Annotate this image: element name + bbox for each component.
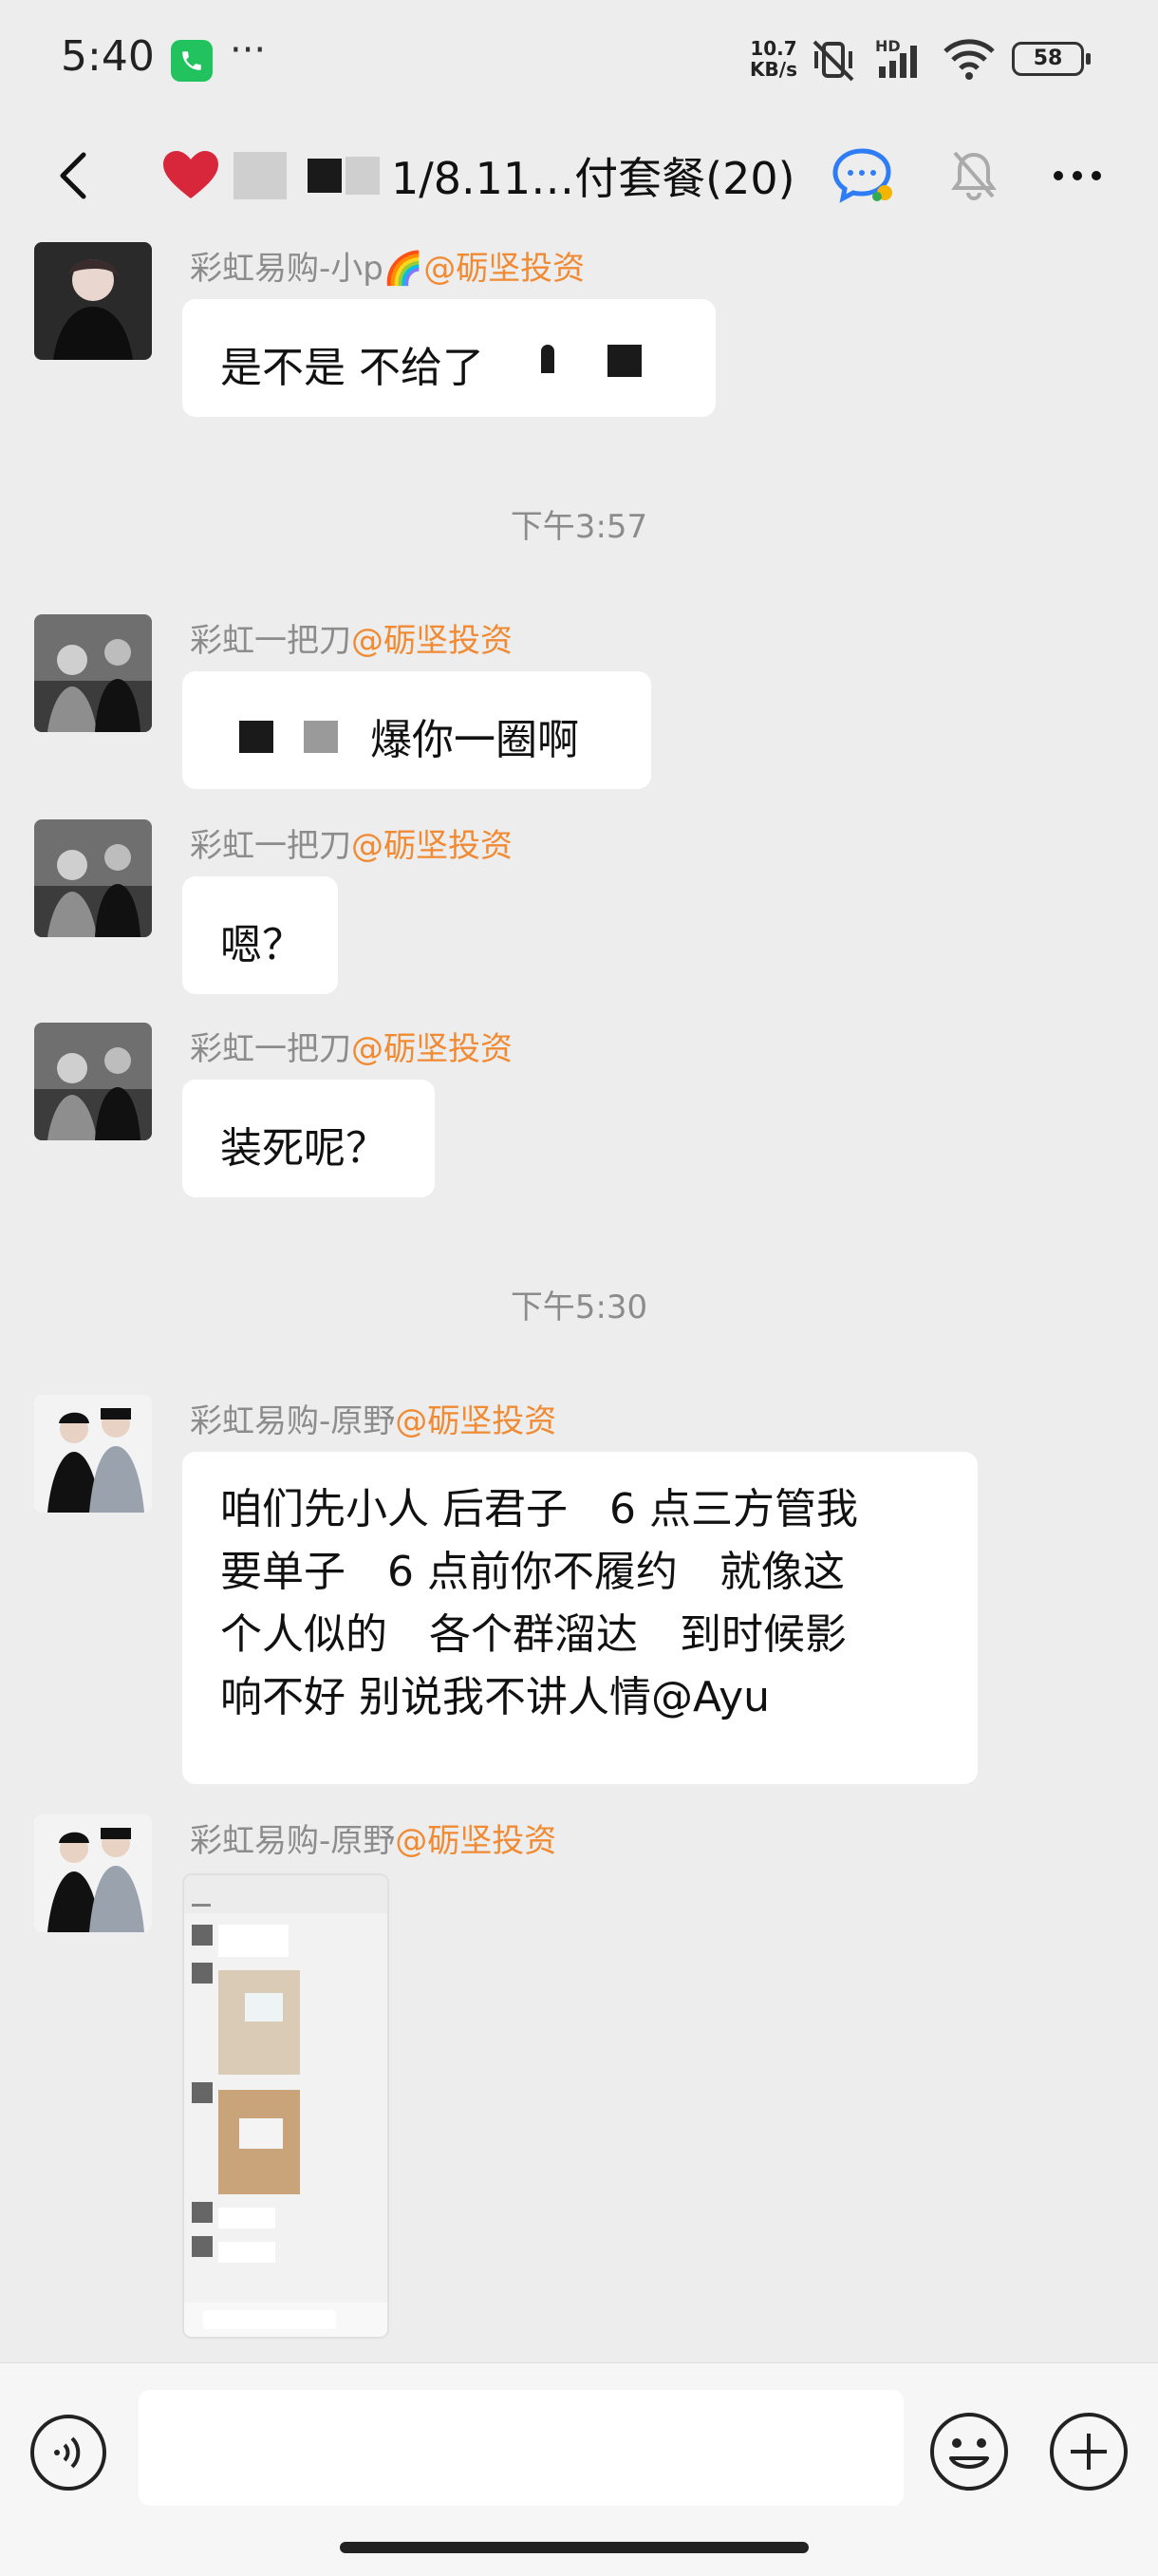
speed-unit: KB/s (750, 58, 797, 81)
network-speed: 10.7 KB/s (743, 38, 804, 80)
sender-line: 彩虹一把刀@砺坚投资 (190, 1023, 513, 1069)
sender-org: @砺坚投资 (395, 1822, 557, 1860)
message-item: 彩虹易购-原野@砺坚投资 咱们先小人 后君子 6 点三方管我 要单子 6 点前你… (34, 1395, 1126, 1784)
sender-line: 彩虹一把刀@砺坚投资 (190, 819, 513, 866)
sender-org: @砺坚投资 (351, 622, 513, 660)
message-bubble[interactable]: 装死呢？ (182, 1080, 435, 1197)
timestamp: 下午5:30 (510, 1288, 648, 1326)
message-line: 个人似的 各个群溜达 到时候影 (220, 1610, 847, 1659)
redacted-block (304, 721, 338, 753)
speed-value: 10.7 (750, 37, 797, 60)
group-chat-icon[interactable] (831, 145, 898, 206)
mute-bell-icon[interactable] (949, 147, 999, 204)
message-item: 彩虹易购-小p🌈@砺坚投资 是不是 不给了 (34, 242, 1126, 417)
sender-name: 彩虹易购-小p🌈 (190, 250, 424, 288)
message-item: 彩虹一把刀@砺坚投资 嗯？ (34, 819, 1126, 994)
avatar[interactable] (34, 242, 152, 360)
wifi-icon (943, 39, 995, 80)
message-line: 咱们先小人 后君子 6 点三方管我 (220, 1485, 858, 1533)
message-bubble[interactable]: 咱们先小人 后君子 6 点三方管我 要单子 6 点前你不履约 就像这 个人似的 … (182, 1452, 978, 1784)
redacted-block (541, 345, 554, 373)
sender-org: @砺坚投资 (351, 827, 513, 865)
sender-name: 彩虹一把刀 (190, 622, 351, 660)
sender-name: 彩虹一把刀 (190, 1030, 351, 1068)
sender-name: 彩虹易购-原野 (190, 1822, 396, 1860)
screenshot-thumbnail (184, 1875, 387, 2337)
message-item: 彩虹易购-原野@砺坚投资 (34, 1814, 1126, 2356)
message-input[interactable] (139, 2390, 904, 2506)
sender-line: 彩虹易购-原野@砺坚投资 (190, 1814, 556, 1861)
sender-name: 彩虹一把刀 (190, 827, 351, 865)
home-indicator[interactable] (340, 2542, 809, 2553)
message-text: 嗯？ (220, 921, 304, 969)
redacted-block (233, 152, 287, 199)
avatar[interactable] (34, 1395, 152, 1513)
message-list[interactable]: 彩虹易购-小p🌈@砺坚投资 是不是 不给了 下午3:57 彩虹一把刀@砺坚投资 … (0, 233, 1158, 2360)
message-bubble[interactable]: 爆你一圈啊 (182, 671, 651, 789)
message-text: 爆你一圈啊 (370, 716, 579, 764)
chat-title-text: 1/8.11…付套餐(20) (391, 153, 795, 204)
message-line: 响不好 别说我不讲人情@Ayu (220, 1673, 771, 1721)
emoji-icon[interactable] (928, 2411, 1010, 2492)
chat-header: 1/8.11…付套餐(20) (0, 119, 1158, 233)
sender-org: @砺坚投资 (395, 1402, 557, 1440)
timestamp: 下午3:57 (510, 508, 648, 546)
redacted-block (346, 157, 380, 195)
screenshot-image[interactable] (182, 1873, 389, 2339)
message-line: 要单子 6 点前你不履约 就像这 (220, 1548, 845, 1596)
chat-title: 1/8.11…付套餐(20) (161, 145, 795, 206)
avatar[interactable] (34, 1023, 152, 1140)
message-item: 彩虹一把刀@砺坚投资 爆你一圈啊 (34, 614, 1126, 789)
avatar[interactable] (34, 819, 152, 937)
input-bar (0, 2362, 1158, 2576)
sender-name: 彩虹易购-原野 (190, 1402, 396, 1440)
heart-icon (163, 151, 218, 198)
sender-line: 彩虹一把刀@砺坚投资 (190, 614, 513, 661)
message-item: 彩虹一把刀@砺坚投资 装死呢？ (34, 1023, 1126, 1197)
back-icon[interactable] (38, 138, 114, 214)
phone-call-icon (171, 40, 213, 82)
mute-vibrate-icon (812, 40, 854, 82)
sender-line: 彩虹易购-原野@砺坚投资 (190, 1395, 556, 1441)
redacted-block (607, 345, 642, 377)
sender-org: @砺坚投资 (423, 250, 586, 288)
status-bar: 5:40 ··· 10.7 KB/s HD 58 (0, 0, 1158, 119)
more-icon[interactable] (1044, 147, 1111, 204)
status-more: ··· (230, 28, 267, 72)
voice-icon[interactable] (28, 2413, 108, 2492)
message-bubble[interactable]: 是不是 不给了 (182, 299, 716, 417)
battery-icon: 58 (1012, 42, 1091, 76)
sender-line: 彩虹易购-小p🌈@砺坚投资 (190, 242, 585, 289)
avatar[interactable] (34, 1814, 152, 1932)
svg-text:HD: HD (875, 37, 901, 55)
message-text: 是不是 不给了 (220, 344, 484, 392)
status-time: 5:40 (61, 32, 155, 81)
redacted-block (239, 721, 273, 753)
avatar[interactable] (34, 614, 152, 732)
hd-signal-icon: HD (875, 37, 917, 78)
redacted-block (308, 159, 342, 193)
sender-org: @砺坚投资 (351, 1030, 513, 1068)
plus-icon[interactable] (1048, 2411, 1130, 2492)
message-text: 装死呢？ (220, 1124, 387, 1173)
message-bubble[interactable]: 嗯？ (182, 876, 338, 994)
